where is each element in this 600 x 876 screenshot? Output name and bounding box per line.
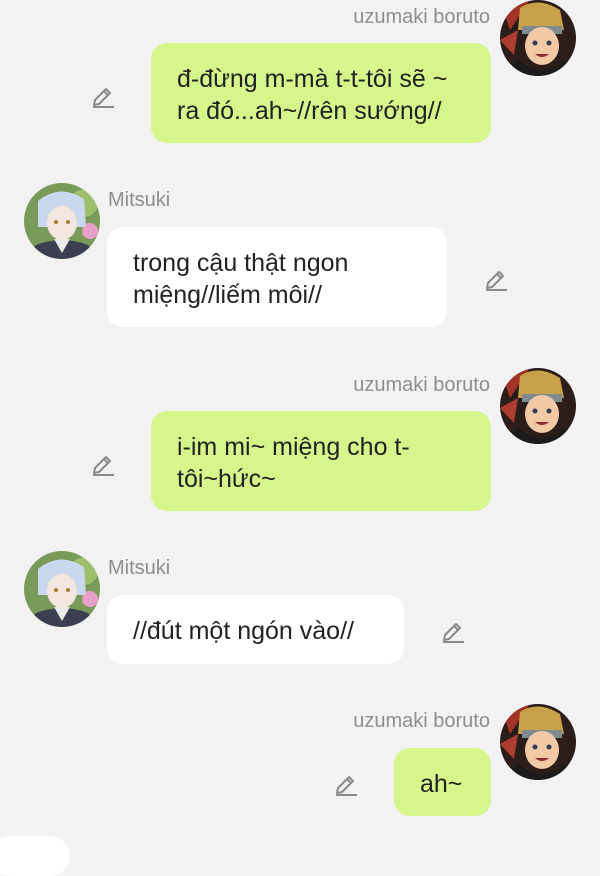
mitsuki-avatar-image: [24, 551, 100, 627]
avatar-mitsuki[interactable]: [24, 551, 100, 627]
message-text: ah~: [420, 770, 463, 798]
message-text: đ-đừng m-mà t-t-tôi sẽ ~ ra đó...ah~//rê…: [177, 65, 448, 125]
avatar-mitsuki[interactable]: [24, 183, 100, 259]
message-bubble[interactable]: đ-đừng m-mà t-t-tôi sẽ ~ ra đó...ah~//rê…: [151, 43, 491, 143]
sender-name-boruto: uzumaki boruto: [353, 374, 490, 396]
sender-name-mitsuki: Mitsuki: [108, 557, 171, 579]
pencil-edit-icon[interactable]: [333, 770, 359, 796]
avatar-boruto[interactable]: [500, 368, 576, 444]
mitsuki-avatar-image: [24, 183, 100, 259]
message-text: trong cậu thật ngon miệng//liếm môi//: [133, 249, 349, 309]
message-bubble[interactable]: trong cậu thật ngon miệng//liếm môi//: [107, 227, 447, 327]
message-bubble[interactable]: //đút một ngón vào//: [107, 595, 404, 664]
pencil-edit-icon[interactable]: [90, 82, 116, 108]
avatar-boruto[interactable]: [500, 704, 576, 780]
pencil-edit-icon[interactable]: [440, 617, 466, 643]
pencil-edit-icon[interactable]: [483, 265, 509, 291]
pencil-edit-icon[interactable]: [90, 450, 116, 476]
sender-name-boruto: uzumaki boruto: [353, 6, 490, 28]
sender-name-boruto: uzumaki boruto: [353, 710, 490, 732]
message-text: i-im mi~ miệng cho t-tôi~hức~: [177, 433, 410, 493]
boruto-avatar-image: [500, 368, 576, 444]
boruto-avatar-image: [500, 0, 576, 76]
sender-name-mitsuki: Mitsuki: [108, 189, 171, 211]
avatar-boruto[interactable]: [500, 0, 576, 76]
boruto-avatar-image: [500, 704, 576, 780]
partial-bubble-bottom: [0, 836, 70, 876]
message-text: //đút một ngón vào//: [133, 617, 354, 645]
message-bubble[interactable]: ah~: [394, 748, 491, 816]
message-bubble[interactable]: i-im mi~ miệng cho t-tôi~hức~: [151, 411, 491, 511]
